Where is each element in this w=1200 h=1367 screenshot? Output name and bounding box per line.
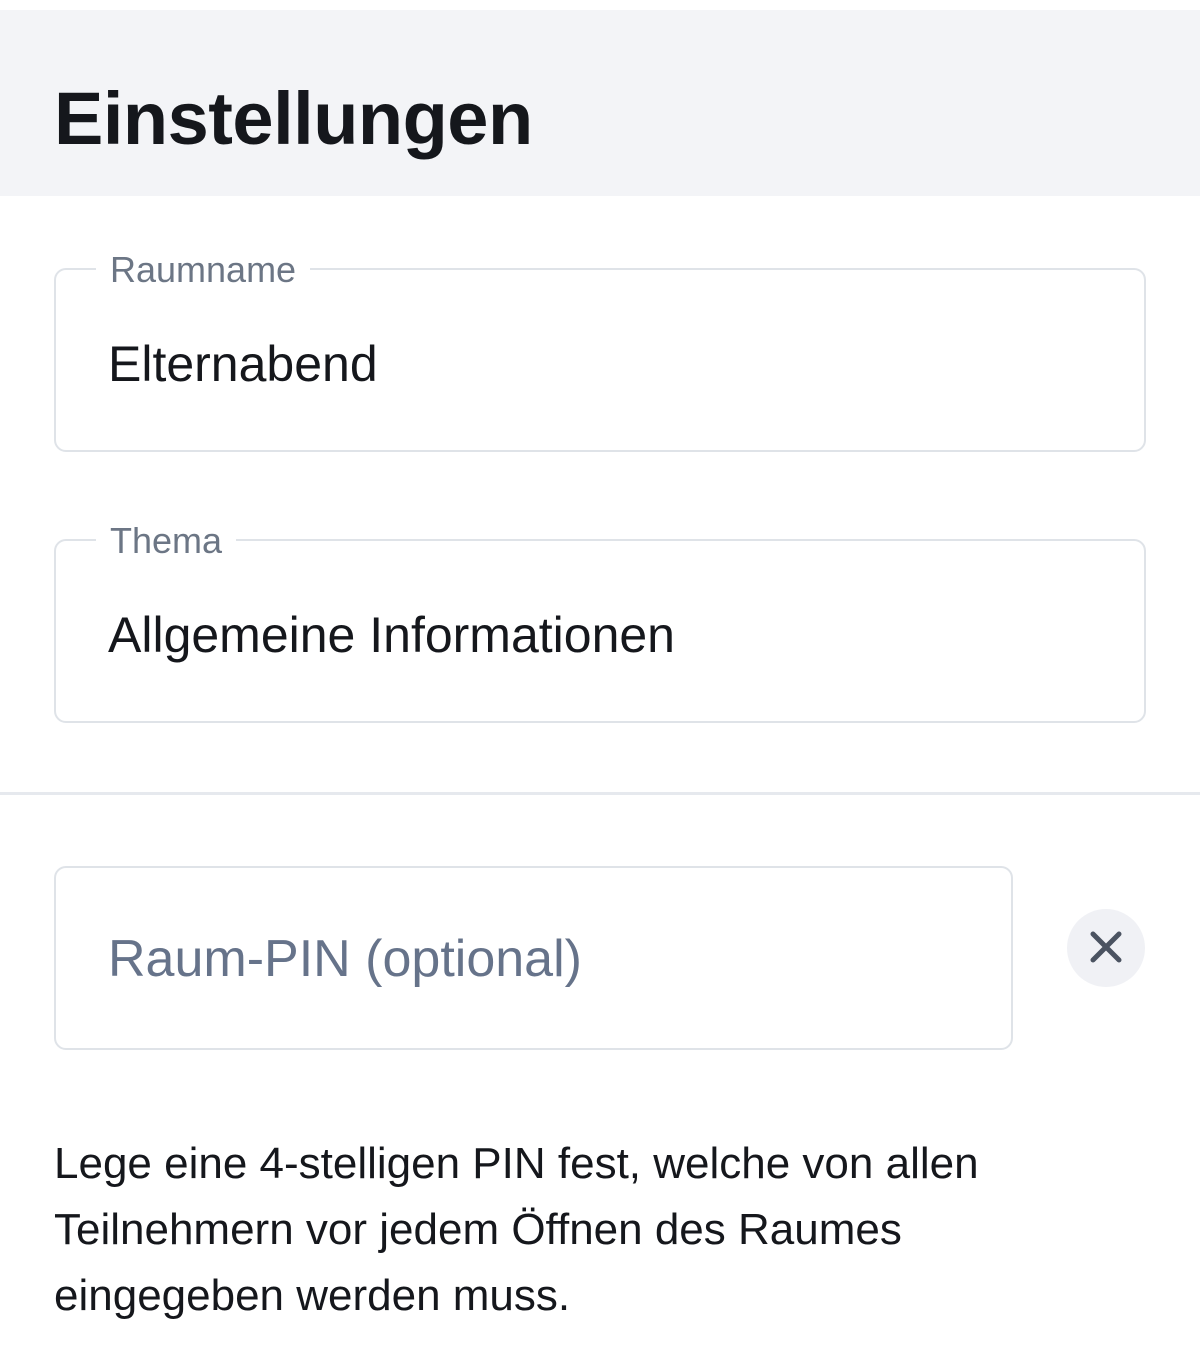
room-name-value[interactable]: Elternabend bbox=[108, 336, 378, 392]
topic-label: Thema bbox=[96, 521, 237, 561]
pin-help-text: Lege eine 4-stelligen PIN fest, welche v… bbox=[54, 1139, 979, 1320]
topic-field[interactable]: Thema Allgemeine Informationen bbox=[54, 521, 1146, 723]
room-name-field[interactable]: Raumname Elternabend bbox=[54, 250, 1146, 452]
room-pin-placeholder: Raum-PIN (optional) bbox=[108, 930, 582, 988]
close-icon bbox=[1088, 929, 1124, 968]
page-header: Einstellungen bbox=[0, 10, 1200, 196]
topic-value[interactable]: Allgemeine Informationen bbox=[108, 607, 675, 663]
status-bar-area bbox=[0, 0, 1200, 10]
page-title: Einstellungen bbox=[54, 77, 533, 160]
section-divider bbox=[0, 792, 1200, 795]
clear-pin-button[interactable] bbox=[1067, 909, 1145, 987]
room-pin-field[interactable]: Raum-PIN (optional) bbox=[54, 866, 1013, 1050]
room-name-label: Raumname bbox=[96, 250, 311, 290]
